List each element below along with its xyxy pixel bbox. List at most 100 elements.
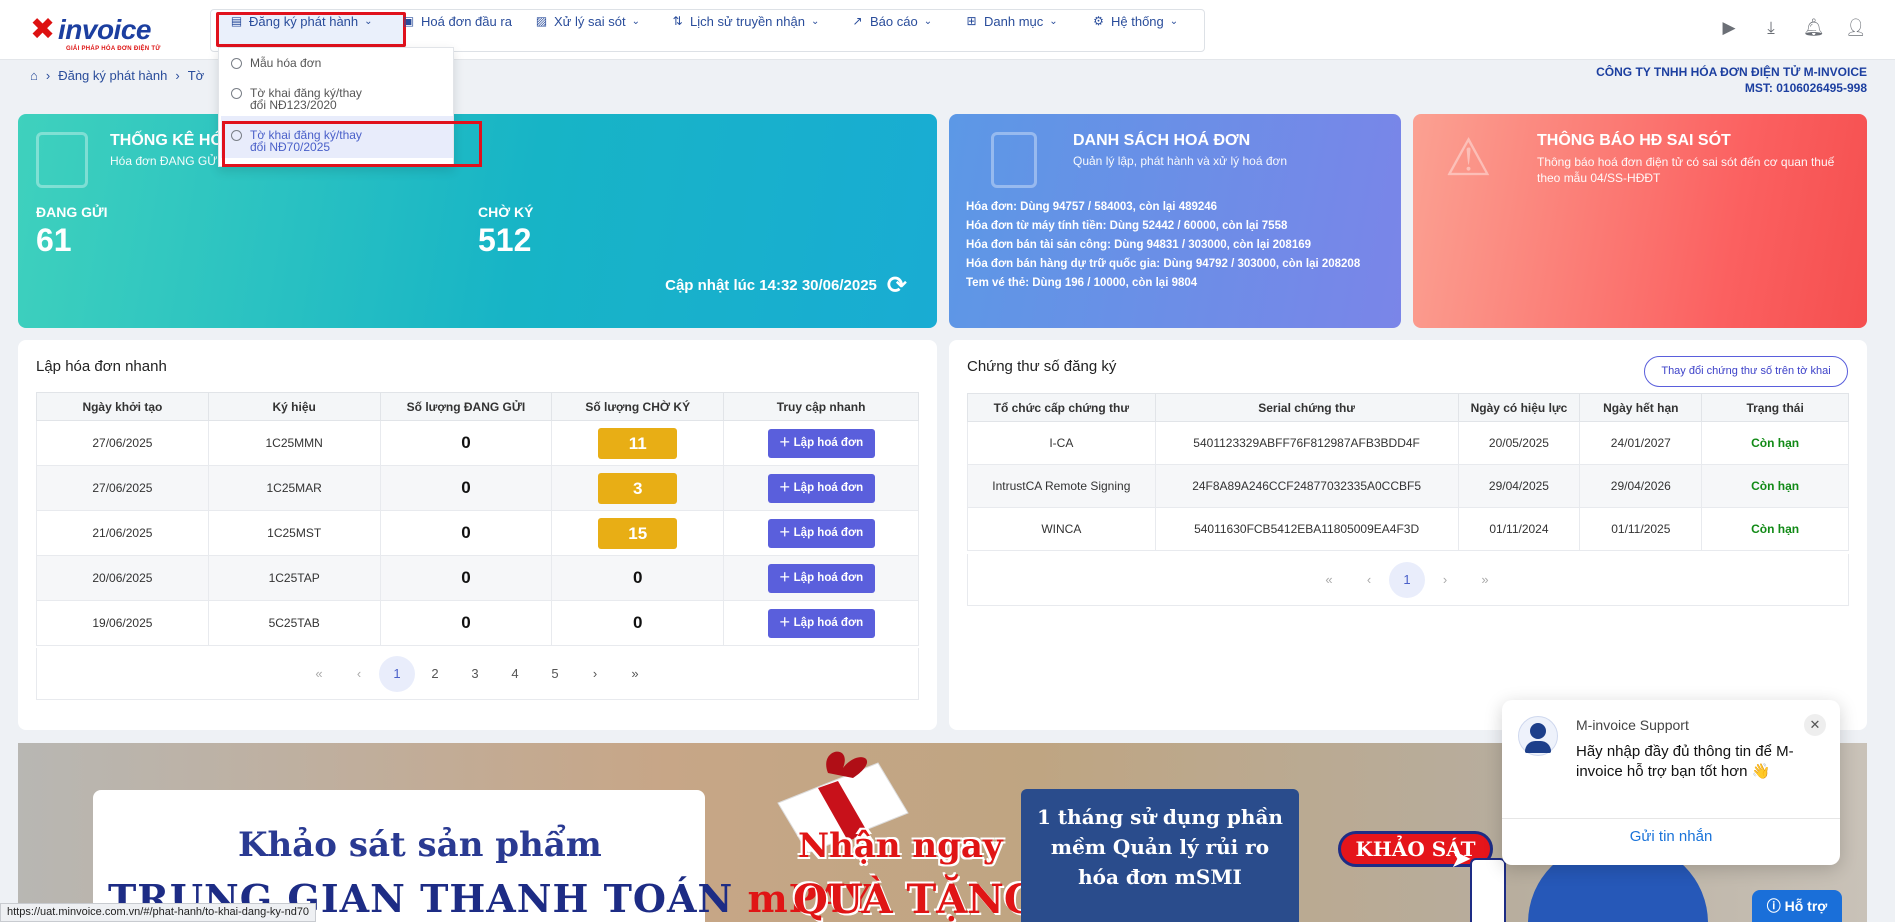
page-number[interactable]: 1 [1389, 562, 1425, 598]
cell-valid-to: 01/11/2025 [1579, 507, 1703, 551]
nav-lich-su-truyen-nhan[interactable]: ⇅ Lịch sử truyền nhận ⌄ [671, 10, 819, 32]
create-invoice-button[interactable]: ＋ Lập hoá đơn [767, 473, 875, 503]
close-icon[interactable]: ✕ [1804, 714, 1826, 736]
nav-danh-muc[interactable]: ⊞ Danh mục ⌄ [965, 10, 1058, 32]
column-header: Truy cập nhanh [723, 392, 919, 421]
usage-line: Tem vé thẻ: Dùng 196 / 10000, còn lại 98… [966, 277, 1198, 289]
last-update: Cập nhật lúc 14:32 30/06/2025 ⟳ [665, 271, 907, 300]
pending-badge[interactable]: 15 [598, 517, 678, 549]
page-number[interactable]: 2 [415, 656, 455, 692]
help-button[interactable]: ⓘ Hỗ trợ [1752, 890, 1842, 922]
next-page-icon[interactable]: › [575, 656, 615, 692]
chevron-down-icon: ⌄ [364, 15, 373, 27]
create-invoice-button[interactable]: ＋ Lập hoá đơn [767, 608, 875, 638]
error-notice-card[interactable]: ⚠ THÔNG BÁO HĐ SAI SÓT Thông báo hoá đơn… [1413, 114, 1867, 328]
menu-item-to-khai-nd70[interactable]: Tờ khai đăng ký/thay đổi NĐ70/2025 [231, 129, 381, 153]
error-notice-title: THÔNG BÁO HĐ SAI SÓT [1537, 132, 1731, 149]
bell-icon[interactable]: 🔔︎ [1803, 18, 1825, 38]
prev-page-icon[interactable]: ‹ [1349, 562, 1389, 598]
warning-icon: ⚠ [1445, 129, 1492, 187]
next-page-icon[interactable]: › [1425, 562, 1465, 598]
menu-item-label: Tờ khai đăng ký/thay đổi NĐ123/2020 [250, 86, 362, 112]
last-page-icon[interactable]: » [1465, 562, 1505, 598]
refresh-icon[interactable]: ⟳ [887, 271, 907, 300]
breadcrumb-item[interactable]: Đăng ký phát hành [58, 68, 167, 83]
nav-hoa-don-dau-ra[interactable]: ▣ Hoá đơn đầu ra [402, 10, 512, 32]
certificates-panel: Chứng thư số đăng ký Thay đổi chứng thư … [949, 340, 1867, 730]
invoice-list-card[interactable]: DANH SÁCH HOÁ ĐƠN Quản lý lập, phát hành… [949, 114, 1401, 328]
cell-issuer: I-CA [967, 421, 1156, 465]
nav-he-thong[interactable]: ⚙ Hệ thống ⌄ [1092, 10, 1178, 32]
document-icon [991, 132, 1037, 188]
youtube-icon[interactable]: ▶ [1719, 18, 1739, 38]
column-header: Ngày hết hạn [1579, 393, 1703, 422]
send-message-button[interactable]: Gửi tin nhắn [1502, 828, 1840, 845]
create-invoice-label: Lập hoá đơn [793, 481, 864, 494]
usage-line: Hóa đơn: Dùng 94757 / 584003, còn lại 48… [966, 201, 1218, 213]
banner-offer1: Nhận ngay [798, 826, 1003, 866]
quick-invoice-pagination: « ‹ 1 2 3 4 5 › » [299, 656, 655, 692]
first-page-icon[interactable]: « [299, 656, 339, 692]
nav-label: Hệ thống [1111, 13, 1164, 29]
column-header: Serial chứng thư [1154, 393, 1459, 422]
cell-symbol: 5C25TAB [207, 600, 381, 646]
table-row: 21/06/2025 1C25MST 0 15 ＋ Lập hoá đơn [36, 510, 919, 556]
breadcrumb-separator-icon: › [175, 68, 180, 83]
page-number[interactable]: 5 [535, 656, 575, 692]
cell-serial: 54011630FCB5412EBA11805009EA4F3D [1154, 507, 1459, 551]
error-handling-icon: ▨ [535, 13, 548, 28]
nav-xu-ly-sai-sot[interactable]: ▨ Xử lý sai sót ⌄ [535, 10, 640, 32]
file-register-icon: ▤ [230, 13, 243, 28]
cell-date: 19/06/2025 [36, 600, 209, 646]
page-number[interactable]: 3 [455, 656, 495, 692]
invoice-out-icon: ▣ [402, 13, 415, 28]
pending-badge[interactable]: 11 [598, 427, 678, 459]
stats-subtitle: Hóa đơn ĐANG GỬ [110, 154, 218, 168]
cell-valid-from: 29/04/2025 [1457, 464, 1581, 508]
logo-word: invoice [58, 14, 151, 45]
create-invoice-button[interactable]: ＋ Lập hoá đơn [767, 428, 875, 458]
pending-label: CHỜ KÝ [478, 204, 534, 220]
grid-icon: ⊞ [966, 13, 977, 28]
column-header: Số lượng CHỜ KÝ [551, 392, 725, 421]
home-icon[interactable]: ⌂ [30, 68, 38, 83]
support-message: Hãy nhập đầy đủ thông tin để M-invoice h… [1576, 743, 1794, 780]
nav-dang-ky-phat-hanh[interactable]: ▤ Đăng ký phát hành ⌄ [230, 10, 373, 32]
menu-item-mau-hoa-don[interactable]: Mẫu hóa đơn [231, 57, 321, 69]
change-certificate-button[interactable]: Thay đổi chứng thư số trên tờ khai [1644, 356, 1848, 387]
page-number[interactable]: 1 [379, 656, 415, 692]
logo[interactable]: ✖ invoice GIẢI PHÁP HÓA ĐƠN ĐIỆN TỬ [30, 12, 170, 52]
last-page-icon[interactable]: » [615, 656, 655, 692]
page-number[interactable]: 4 [495, 656, 535, 692]
radio-icon [231, 88, 242, 99]
breadcrumb-item[interactable]: Tờ [188, 68, 204, 83]
download-icon[interactable]: ⤓ [1761, 18, 1781, 38]
pending-badge[interactable]: 3 [598, 472, 678, 504]
company-mst: MST: 0106026495-998 [1744, 81, 1867, 95]
certificates-table: Tổ chức cấp chứng thư Serial chứng thư N… [967, 393, 1849, 551]
user-icon[interactable]: 👤︎ [1845, 18, 1867, 38]
sending-value: 61 [36, 222, 72, 258]
status-badge: Còn hạn [1701, 464, 1849, 508]
menu-item-to-khai-nd123[interactable]: Tờ khai đăng ký/thay đổi NĐ123/2020 [231, 87, 381, 111]
plus-icon: ＋ [778, 526, 794, 539]
create-invoice-button[interactable]: ＋ Lập hoá đơn [767, 518, 875, 548]
first-page-icon[interactable]: « [1309, 562, 1349, 598]
chevron-down-icon: ⌄ [1049, 15, 1058, 27]
company-info: CÔNG TY TNHH HÓA ĐƠN ĐIỆN TỬ M-INVOICE M… [1596, 64, 1867, 96]
usage-line: Hóa đơn bán tài sản công: Dùng 94831 / 3… [966, 239, 1311, 251]
cell-sending: 0 [461, 613, 471, 632]
error-notice-subtitle: Thông báo hoá đơn điện tử có sai sót đến… [1537, 155, 1835, 185]
column-header: Ngày khởi tạo [36, 392, 209, 421]
dropdown-dang-ky-phat-hanh: Mẫu hóa đơn Tờ khai đăng ký/thay đổi NĐ1… [218, 47, 454, 167]
status-badge: Còn hạn [1701, 421, 1849, 465]
chevron-down-icon: ⌄ [923, 15, 933, 27]
transfer-history-icon: ⇅ [672, 13, 683, 28]
nav-bao-cao[interactable]: ↗ Báo cáo ⌄ [851, 10, 932, 32]
cell-serial: 5401123329ABFF76F812987AFB3BDD4F [1154, 421, 1459, 465]
table-row: WINCA 54011630FCB5412EBA11805009EA4F3D 0… [967, 507, 1849, 551]
breadcrumb-separator-icon: › [45, 68, 51, 83]
prev-page-icon[interactable]: ‹ [339, 656, 379, 692]
create-invoice-button[interactable]: ＋ Lập hoá đơn [767, 563, 875, 593]
invoice-usage-lines: Hóa đơn: Dùng 94757 / 584003, còn lại 48… [966, 198, 1386, 293]
